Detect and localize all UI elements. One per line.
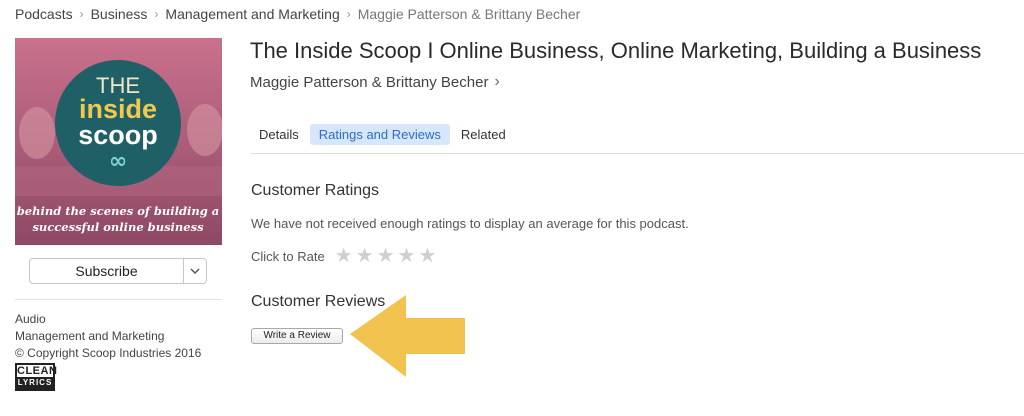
arrow-annotation-icon — [350, 295, 465, 377]
author-name: Maggie Patterson & Brittany Becher — [250, 73, 489, 91]
chevron-right-icon: › — [79, 7, 84, 21]
tab-bar: Details Ratings and Reviews Related — [250, 124, 517, 145]
artwork-tagline2: successful online business — [32, 220, 204, 234]
star-icon[interactable]: ★ — [335, 246, 353, 266]
star-icon[interactable]: ★ — [398, 246, 416, 266]
rating-stars: ★ ★ ★ ★ ★ — [335, 246, 440, 266]
star-icon[interactable]: ★ — [377, 246, 395, 266]
customer-ratings-heading: Customer Ratings — [251, 182, 380, 199]
subscribe-dropdown-button[interactable] — [183, 259, 206, 283]
meta-copyright: © Copyright Scoop Industries 2016 — [15, 346, 202, 360]
sidebar-divider — [15, 299, 222, 300]
click-to-rate-row: Click to Rate ★ ★ ★ ★ ★ — [251, 246, 440, 266]
chevron-right-icon: › — [494, 73, 500, 90]
artwork-tagline1: behind the scenes of building a — [17, 204, 219, 218]
chevron-down-icon — [190, 267, 200, 274]
tab-details[interactable]: Details — [250, 124, 308, 145]
star-icon[interactable]: ★ — [418, 246, 436, 266]
clean-lyrics-badge: CLEAN LYRICS — [15, 363, 58, 391]
tab-ratings-and-reviews[interactable]: Ratings and Reviews — [309, 124, 450, 145]
badge-top-text: CLEAN — [17, 365, 58, 377]
tab-related[interactable]: Related — [452, 124, 515, 145]
podcast-title: The Inside Scoop I Online Business, Onli… — [250, 38, 982, 63]
breadcrumb-current-author: Maggie Patterson & Brittany Becher — [357, 6, 581, 22]
breadcrumb-podcasts[interactable]: Podcasts — [15, 6, 73, 22]
badge-bottom-text: LYRICS — [17, 377, 53, 389]
tabs-divider — [250, 153, 1024, 154]
podcast-meta: Audio Management and Marketing © Copyrig… — [15, 311, 201, 362]
artwork-line3: scoop — [78, 120, 158, 150]
infinity-icon: ∞ — [109, 149, 127, 174]
meta-type: Audio — [15, 312, 46, 326]
chevron-right-icon: › — [346, 7, 351, 21]
click-to-rate-label: Click to Rate — [251, 248, 325, 264]
chevron-right-icon: › — [154, 7, 159, 21]
meta-category[interactable]: Management and Marketing — [15, 328, 201, 345]
subscribe-control: Subscribe — [29, 258, 207, 284]
breadcrumb: Podcasts › Business › Management and Mar… — [15, 5, 580, 23]
write-review-button[interactable]: Write a Review — [251, 328, 343, 344]
subscribe-button[interactable]: Subscribe — [30, 259, 183, 283]
star-icon[interactable]: ★ — [356, 246, 374, 266]
breadcrumb-business[interactable]: Business — [91, 6, 148, 22]
breadcrumb-management-and-marketing[interactable]: Management and Marketing — [165, 6, 339, 22]
author-link[interactable]: Maggie Patterson & Brittany Becher › — [250, 73, 500, 91]
ratings-note: We have not received enough ratings to d… — [251, 216, 689, 231]
podcast-artwork[interactable]: THE inside scoop ∞ behind the scenes of … — [15, 38, 222, 245]
